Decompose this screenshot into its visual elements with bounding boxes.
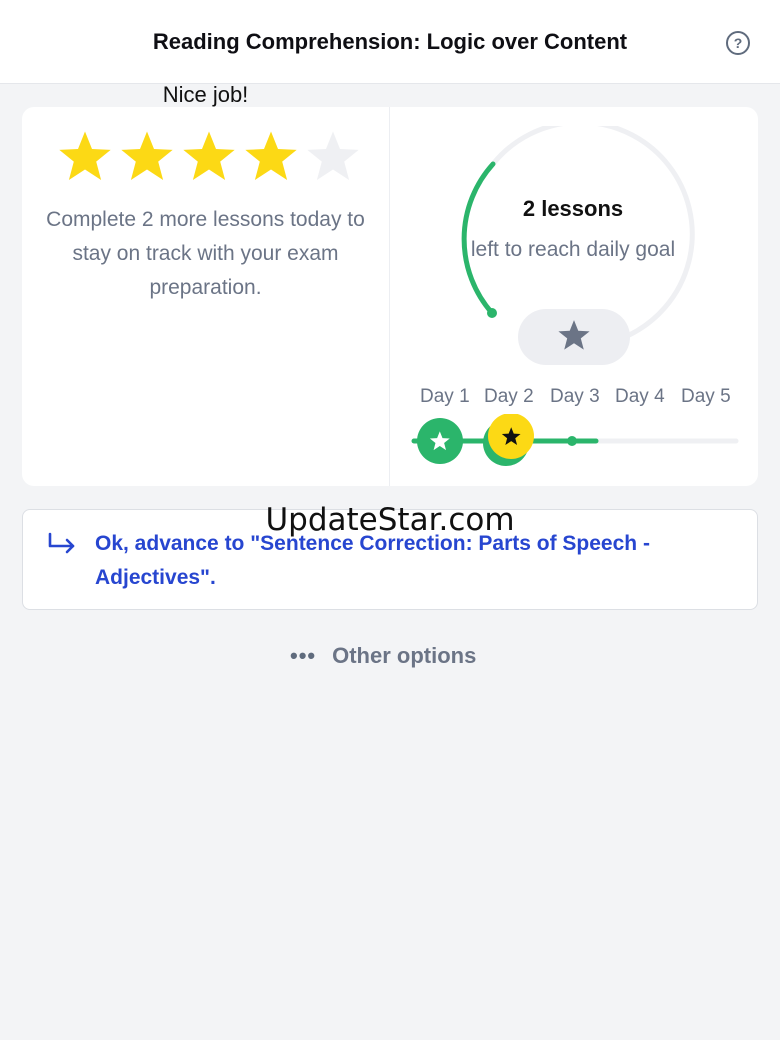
summary-text: Complete 2 more lessons today to stay on…	[46, 208, 365, 299]
more-dots-icon: •••	[290, 643, 317, 668]
day-label: Day 5	[681, 386, 731, 407]
day2-current-icon	[483, 414, 534, 466]
day1-complete-icon	[417, 418, 463, 464]
lessons-left-subtext: left to reach daily goal	[470, 238, 676, 261]
day-label: Day 1	[420, 386, 470, 407]
daily-streak-track	[411, 414, 739, 466]
star-icon	[557, 318, 591, 357]
day-label: Day 2	[484, 386, 534, 407]
day-label: Day 4	[615, 386, 665, 407]
return-arrow-icon	[47, 532, 77, 563]
advance-label: Ok, advance to "Sentence Correction: Par…	[95, 532, 650, 589]
star-rating	[57, 128, 361, 184]
advance-next-lesson-button[interactable]: Ok, advance to "Sentence Correction: Par…	[22, 509, 758, 610]
daily-goal-badge	[518, 309, 630, 365]
lessons-left-count: 2 lessons	[522, 196, 624, 221]
header-bar: Reading Comprehension: Logic over Conten…	[0, 0, 780, 84]
star-icon-filled	[181, 128, 237, 184]
help-icon[interactable]: ?	[726, 31, 750, 55]
star-icon-filled	[57, 128, 113, 184]
other-options-label: Other options	[332, 643, 477, 668]
result-heading: Nice job!	[162, 82, 249, 107]
day-label: Day 3	[550, 386, 600, 407]
star-icon-empty	[305, 128, 361, 184]
star-icon-filled	[243, 128, 299, 184]
star-icon-filled	[119, 128, 175, 184]
card-divider	[389, 107, 390, 486]
page-title: Reading Comprehension: Logic over Conten…	[152, 29, 628, 54]
other-options-button[interactable]: ••• Other options	[290, 640, 476, 672]
